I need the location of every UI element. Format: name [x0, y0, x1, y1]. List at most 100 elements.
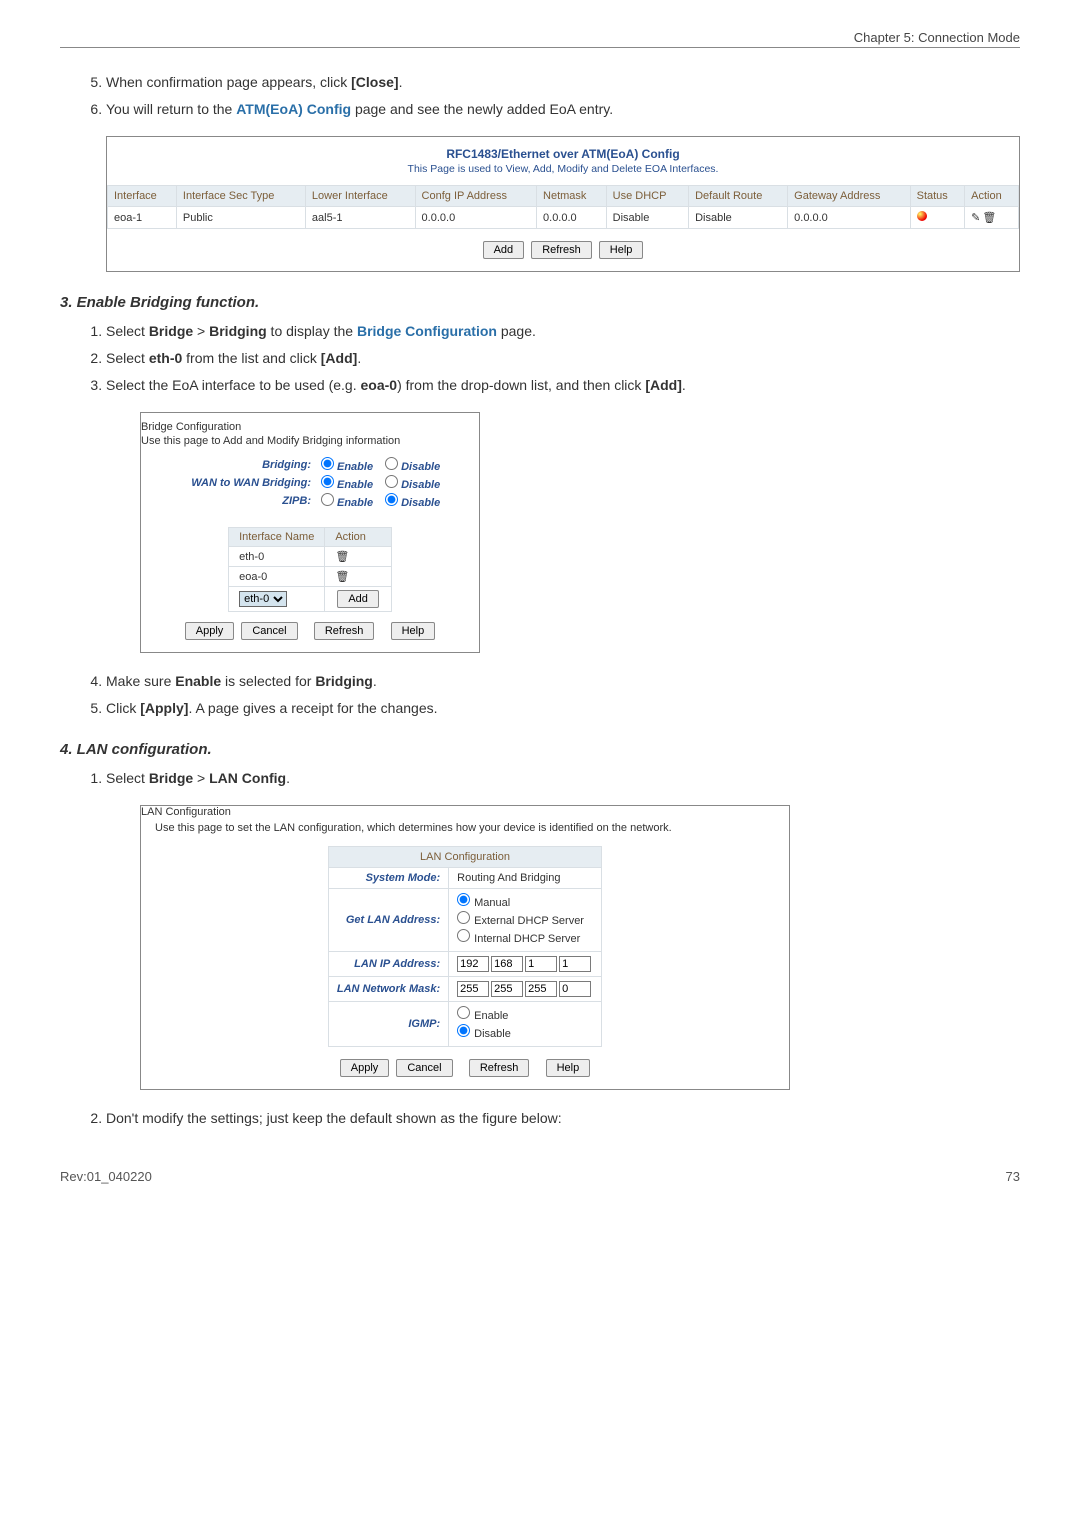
iface-select[interactable]: eth-0 — [239, 591, 287, 607]
bridge-enable-0[interactable]: Enable — [321, 457, 373, 473]
lan-title: LAN Configuration — [141, 806, 789, 818]
lan-mask-oct-0[interactable] — [457, 981, 489, 997]
lan-getaddr-opt-2[interactable]: Internal DHCP Server — [457, 929, 593, 945]
eoa-th-4: Netmask — [537, 186, 607, 207]
final-steps: Don't modify the settings; just keep the… — [60, 1108, 1020, 1129]
lan-table: LAN Configuration System Mode: Routing A… — [328, 846, 602, 1047]
s3s1-p2: to display the — [267, 323, 357, 339]
step6-link: ATM(EoA) Config — [236, 101, 351, 117]
bridge-enable-1[interactable]: Enable — [321, 475, 373, 491]
bridge-enable-2[interactable]: Enable — [321, 493, 373, 509]
bridge-en-txt-2: Enable — [337, 497, 373, 509]
lan-panel: LAN Configuration Use this page to set t… — [140, 805, 790, 1090]
iface-add-button[interactable]: Add — [337, 590, 379, 608]
s3b-step4: Make sure Enable is selected for Bridgin… — [106, 671, 1020, 692]
s3s1-gt: > — [193, 323, 209, 339]
lan-mask-value — [449, 977, 602, 1002]
bridge-label-2: ZIPB: — [161, 495, 321, 507]
bridge-label-1: WAN to WAN Bridging: — [161, 477, 321, 489]
eoa-row: eoa-1 Public aal5-1 0.0.0.0 0.0.0.0 Disa… — [108, 207, 1019, 229]
lan-mode-label: System Mode: — [328, 868, 448, 889]
pencil-icon[interactable]: ✎ — [971, 212, 980, 224]
lan-getaddr-txt-0: Manual — [474, 897, 510, 909]
s3b4-b1: Enable — [175, 673, 221, 689]
lan-help-button[interactable]: Help — [546, 1059, 591, 1077]
section3b-steps: Make sure Enable is selected for Bridgin… — [60, 671, 1020, 719]
eoa-add-button[interactable]: Add — [483, 241, 525, 259]
iface-row-1: eoa-0 🗑 — [229, 567, 392, 587]
iface-table: Interface Name Action eth-0 🗑 eoa-0 🗑 et… — [228, 527, 392, 612]
trash-icon[interactable]: 🗑 — [982, 212, 996, 224]
trash-icon[interactable]: 🗑 — [335, 571, 349, 583]
trash-icon[interactable]: 🗑 — [335, 551, 349, 563]
lan-getaddr-radio-2[interactable] — [457, 929, 470, 942]
s4s1-b1: Bridge — [149, 770, 193, 786]
s4s1-p3: . — [286, 770, 290, 786]
lan-mask-oct-1[interactable] — [491, 981, 523, 997]
s3s2-p1: Select — [106, 350, 149, 366]
lan-getaddr-opt-1[interactable]: External DHCP Server — [457, 911, 593, 927]
bridge-refresh-button[interactable]: Refresh — [314, 622, 375, 640]
lan-refresh-button[interactable]: Refresh — [469, 1059, 530, 1077]
lan-mask-oct-3[interactable] — [559, 981, 591, 997]
bridge-en-txt-1: Enable — [337, 479, 373, 491]
bridge-radio-en-1[interactable] — [321, 475, 334, 488]
lan-mask-oct-2[interactable] — [525, 981, 557, 997]
section4-heading: 4. LAN configuration. — [60, 741, 1020, 758]
lan-apply-button[interactable]: Apply — [340, 1059, 390, 1077]
lan-ip-oct-2[interactable] — [525, 956, 557, 972]
eoa-help-button[interactable]: Help — [599, 241, 644, 259]
bridge-disable-1[interactable]: Disable — [385, 475, 440, 491]
eoa-cell-action: ✎🗑 — [965, 207, 1019, 229]
bridge-radio-dis-1[interactable] — [385, 475, 398, 488]
top-steps: When confirmation page appears, click [C… — [60, 72, 1020, 120]
eoa-cell-ip: 0.0.0.0 — [415, 207, 536, 229]
lan-igmp-txt-0: Enable — [474, 1010, 508, 1022]
s3-step3: Select the EoA interface to be used (e.g… — [106, 375, 1020, 396]
lan-ip-oct-1[interactable] — [491, 956, 523, 972]
bridge-radio-en-0[interactable] — [321, 457, 334, 470]
lan-cancel-button[interactable]: Cancel — [396, 1059, 452, 1077]
bridge-dis-txt-1: Disable — [401, 479, 440, 491]
eoa-table: Interface Interface Sec Type Lower Inter… — [107, 185, 1019, 229]
bridge-help-button[interactable]: Help — [391, 622, 436, 640]
lan-getaddr-opt-0[interactable]: Manual — [457, 893, 593, 909]
lan-getaddr-txt-2: Internal DHCP Server — [474, 933, 580, 945]
lan-getaddr-radio-1[interactable] — [457, 911, 470, 924]
bridge-radio-dis-0[interactable] — [385, 457, 398, 470]
iface-th-1: Action — [325, 528, 392, 547]
bridge-radio-en-2[interactable] — [321, 493, 334, 506]
bridge-disable-2[interactable]: Disable — [385, 493, 440, 509]
eoa-subtitle: This Page is used to View, Add, Modify a… — [107, 163, 1019, 185]
iface-th-0: Interface Name — [229, 528, 325, 547]
lan-igmp-radio-0[interactable] — [457, 1006, 470, 1019]
lan-ip-oct-0[interactable] — [457, 956, 489, 972]
eoa-th-7: Gateway Address — [788, 186, 910, 207]
iface-cell-1: eoa-0 — [229, 567, 325, 587]
lan-mode-value: Routing And Bridging — [449, 868, 602, 889]
lan-row-getaddr: Get LAN Address: Manual External DHCP Se… — [328, 889, 601, 952]
lan-row-igmp: IGMP: Enable Disable — [328, 1002, 601, 1047]
eoa-title: RFC1483/Ethernet over ATM(EoA) Config — [107, 137, 1019, 163]
s3b5-b1: [Apply] — [140, 700, 188, 716]
bridge-radio-dis-2[interactable] — [385, 493, 398, 506]
s4s1-b2: LAN Config — [209, 770, 286, 786]
eoa-refresh-button[interactable]: Refresh — [531, 241, 592, 259]
lan-ip-oct-3[interactable] — [559, 956, 591, 972]
lan-row-mode: System Mode: Routing And Bridging — [328, 868, 601, 889]
lan-igmp-radio-1[interactable] — [457, 1024, 470, 1037]
lan-getaddr-label: Get LAN Address: — [328, 889, 448, 952]
s3-step1: Select Bridge > Bridging to display the … — [106, 321, 1020, 342]
s4-step1: Select Bridge > LAN Config. — [106, 768, 1020, 789]
bridge-disable-0[interactable]: Disable — [385, 457, 440, 473]
step-5: When confirmation page appears, click [C… — [106, 72, 1020, 93]
lan-subtitle: Use this page to set the LAN configurati… — [141, 818, 789, 846]
lan-getaddr-radio-0[interactable] — [457, 893, 470, 906]
eoa-th-9: Action — [965, 186, 1019, 207]
lan-igmp-opt-0[interactable]: Enable — [457, 1006, 593, 1022]
bridge-cancel-button[interactable]: Cancel — [241, 622, 297, 640]
bridge-row-0: Bridging: Enable Disable — [161, 457, 459, 473]
bridge-apply-button[interactable]: Apply — [185, 622, 235, 640]
lan-igmp-opt-1[interactable]: Disable — [457, 1024, 593, 1040]
bridge-row-1: WAN to WAN Bridging: Enable Disable — [161, 475, 459, 491]
